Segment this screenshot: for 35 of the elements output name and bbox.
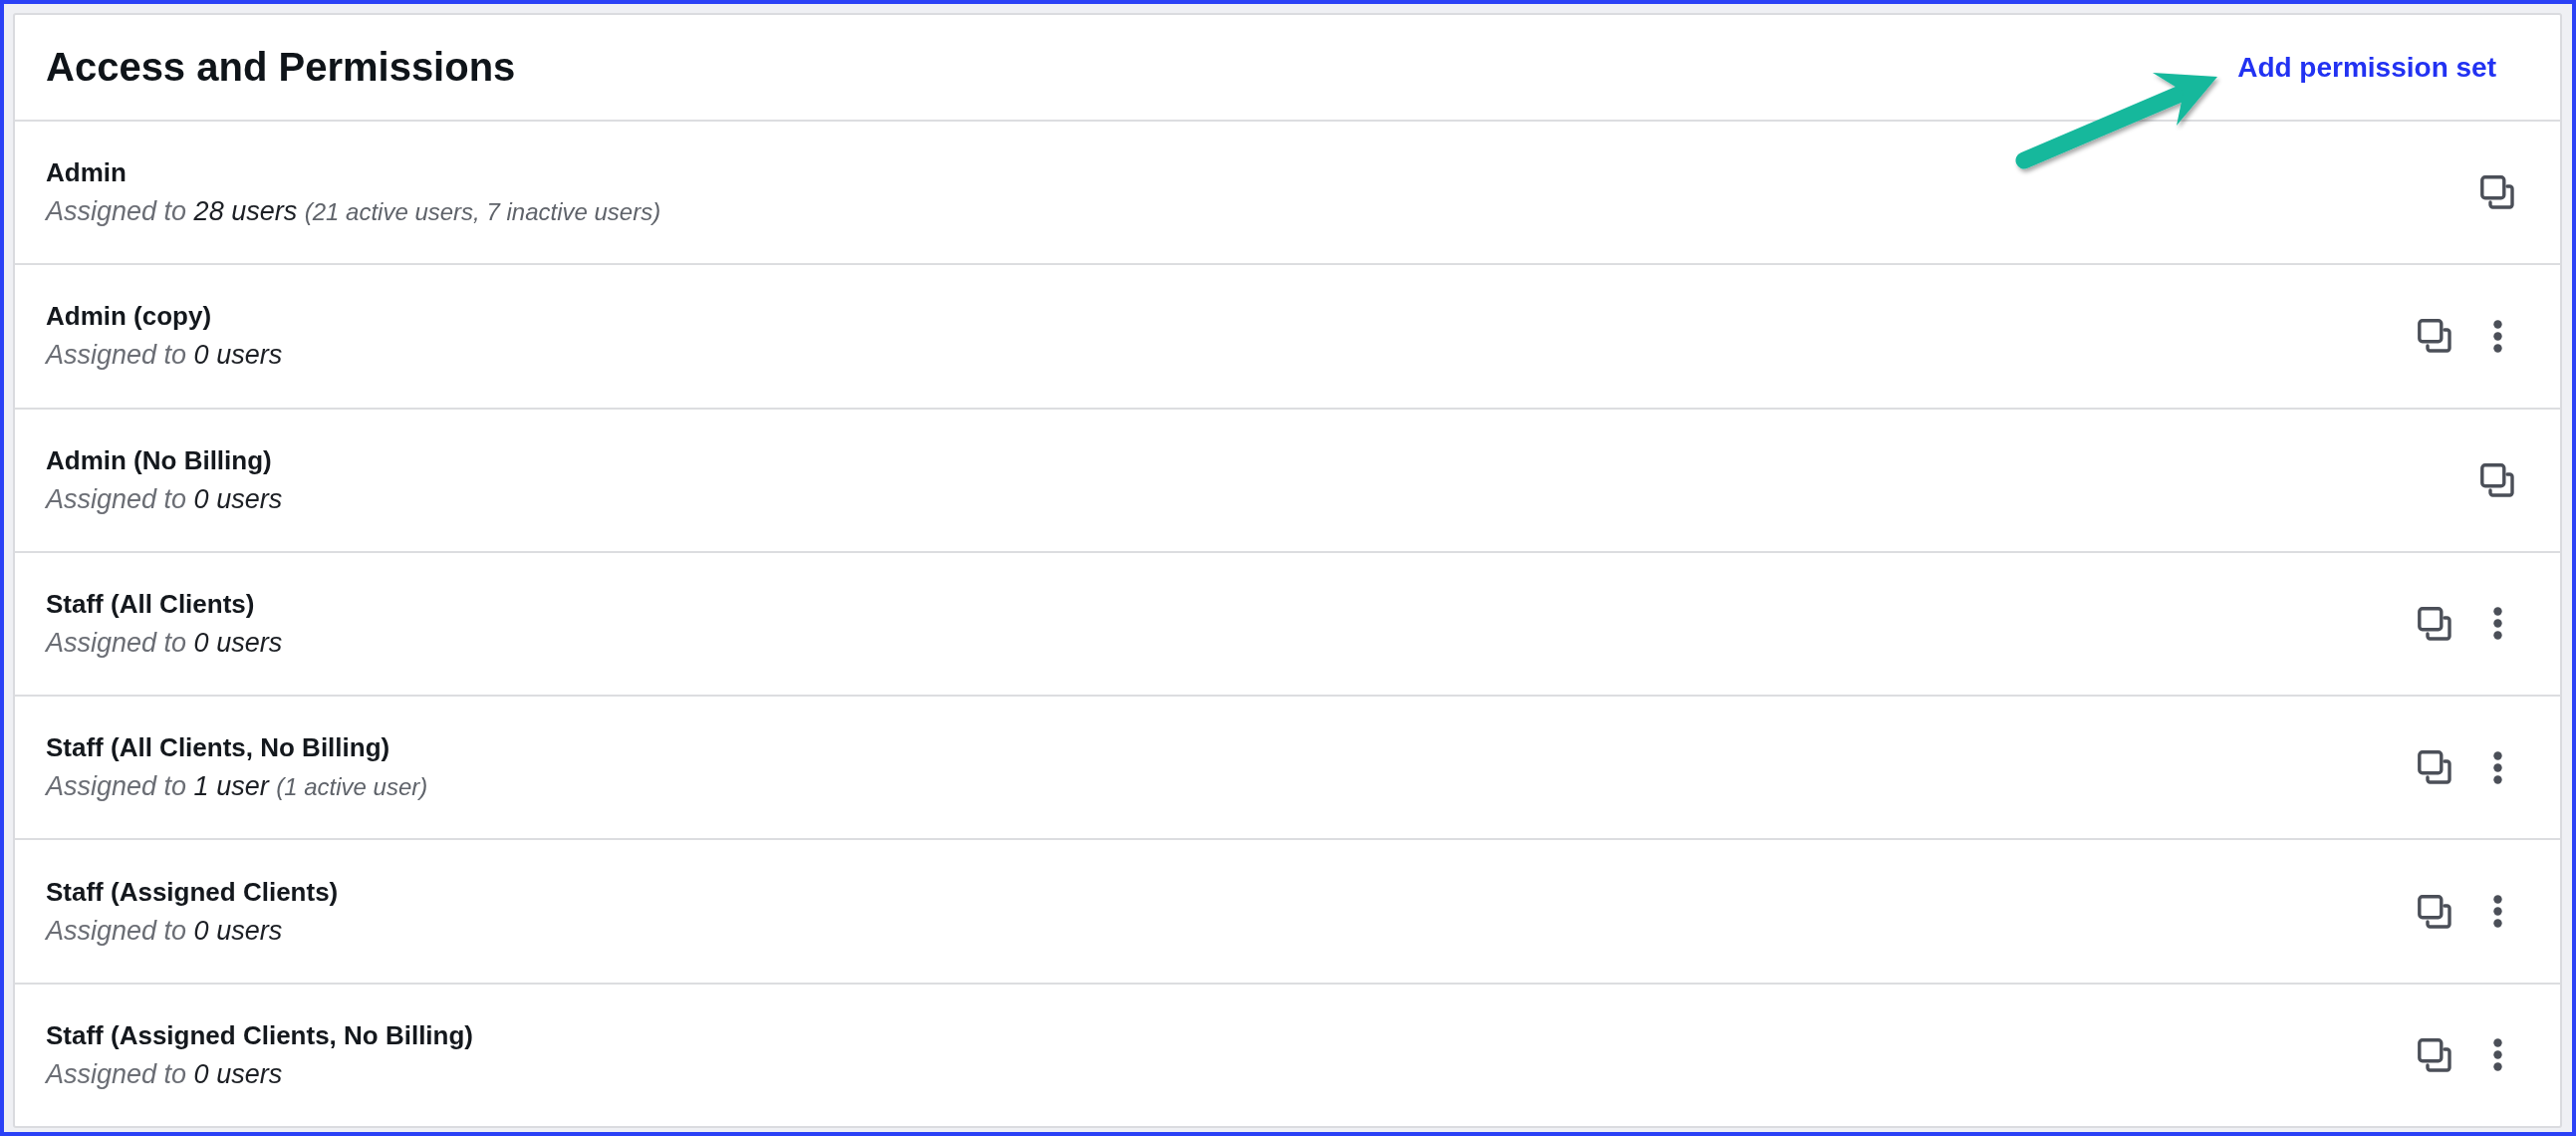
copy-button[interactable] bbox=[2418, 894, 2451, 929]
permission-set-name: Admin bbox=[46, 156, 128, 190]
assignment-text: Assigned to 0 users bbox=[46, 914, 284, 948]
assignment-text: Assigned to 0 users bbox=[46, 627, 283, 660]
copy-icon bbox=[2480, 175, 2514, 210]
permission-set-name: Staff (Assigned Clients, No Billing) bbox=[46, 1018, 473, 1052]
vertical-dots-icon bbox=[2492, 607, 2502, 641]
copy-button[interactable] bbox=[2418, 607, 2451, 641]
copy-icon bbox=[2418, 750, 2451, 785]
add-permission-set-link[interactable]: Add permission set bbox=[2237, 51, 2496, 84]
permission-set-name: Admin (copy) bbox=[46, 300, 213, 334]
vertical-dots-icon bbox=[2492, 750, 2502, 784]
assignment-text: Assigned to 1 user (1 active user) bbox=[46, 770, 428, 804]
copy-button[interactable] bbox=[2480, 175, 2514, 210]
vertical-dots-icon bbox=[2492, 1038, 2502, 1072]
vertical-dots-icon bbox=[2492, 319, 2502, 353]
assignment-text: Assigned to 0 users bbox=[46, 339, 283, 373]
permission-set-name: Admin (No Billing) bbox=[46, 443, 273, 477]
page-title: Access and Permissions bbox=[46, 45, 516, 90]
permission-set-name: Staff (All Clients) bbox=[46, 588, 256, 621]
copy-icon bbox=[2418, 319, 2451, 354]
copy-button[interactable] bbox=[2418, 1037, 2451, 1072]
copy-button[interactable] bbox=[2480, 462, 2514, 497]
permission-set-name: Staff (All Clients, No Billing) bbox=[46, 731, 391, 765]
permission-set-name: Staff (Assigned Clients) bbox=[46, 875, 339, 909]
copy-button[interactable] bbox=[2418, 319, 2451, 354]
copy-icon bbox=[2480, 462, 2514, 497]
assignment-text: Assigned to 28 users (21 active users, 7 inactive users) bbox=[46, 195, 661, 229]
assignment-text: Assigned to 0 users bbox=[46, 482, 283, 516]
copy-icon bbox=[2418, 894, 2451, 929]
copy-icon bbox=[2418, 1037, 2451, 1072]
copy-button[interactable] bbox=[2418, 750, 2451, 785]
assignment-text: Assigned to 0 users bbox=[46, 1057, 284, 1091]
vertical-dots-icon bbox=[2492, 895, 2502, 929]
copy-icon bbox=[2418, 607, 2451, 641]
